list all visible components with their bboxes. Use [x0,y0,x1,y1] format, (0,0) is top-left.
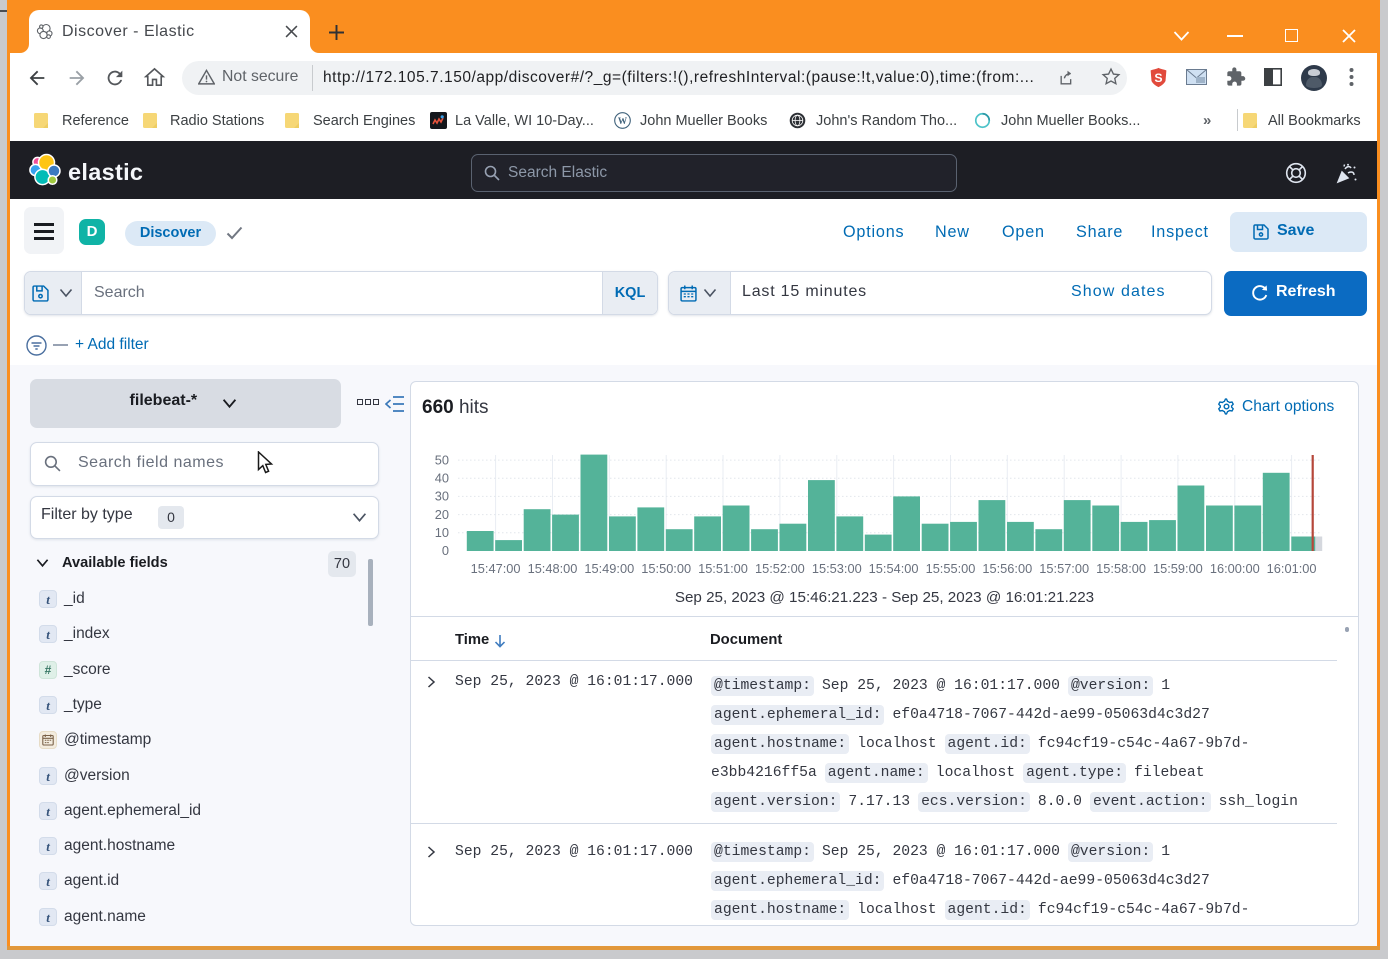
svg-text:16:00:00: 16:00:00 [1210,561,1260,576]
svg-text:40: 40 [435,471,449,486]
svg-text:15:52:00: 15:52:00 [755,561,805,576]
svg-text:15:47:00: 15:47:00 [471,561,521,576]
svg-text:15:48:00: 15:48:00 [528,561,578,576]
svg-text:15:51:00: 15:51:00 [698,561,748,576]
svg-text:15:54:00: 15:54:00 [869,561,919,576]
svg-text:W: W [618,116,628,126]
svg-text:15:59:00: 15:59:00 [1153,561,1203,576]
svg-text:15:49:00: 15:49:00 [584,561,634,576]
svg-text:15:56:00: 15:56:00 [982,561,1032,576]
svg-text:15:57:00: 15:57:00 [1039,561,1089,576]
svg-text:15:55:00: 15:55:00 [926,561,976,576]
svg-text:15:50:00: 15:50:00 [641,561,691,576]
svg-text:30: 30 [435,489,449,504]
svg-text:15:58:00: 15:58:00 [1096,561,1146,576]
svg-text:50: 50 [435,452,449,467]
svg-text:20: 20 [435,507,449,522]
svg-text:S: S [1154,71,1162,85]
svg-text:10: 10 [435,525,449,540]
svg-text:0: 0 [442,543,449,558]
svg-text:16:01:00: 16:01:00 [1267,561,1317,576]
svg-text:15:53:00: 15:53:00 [812,561,862,576]
